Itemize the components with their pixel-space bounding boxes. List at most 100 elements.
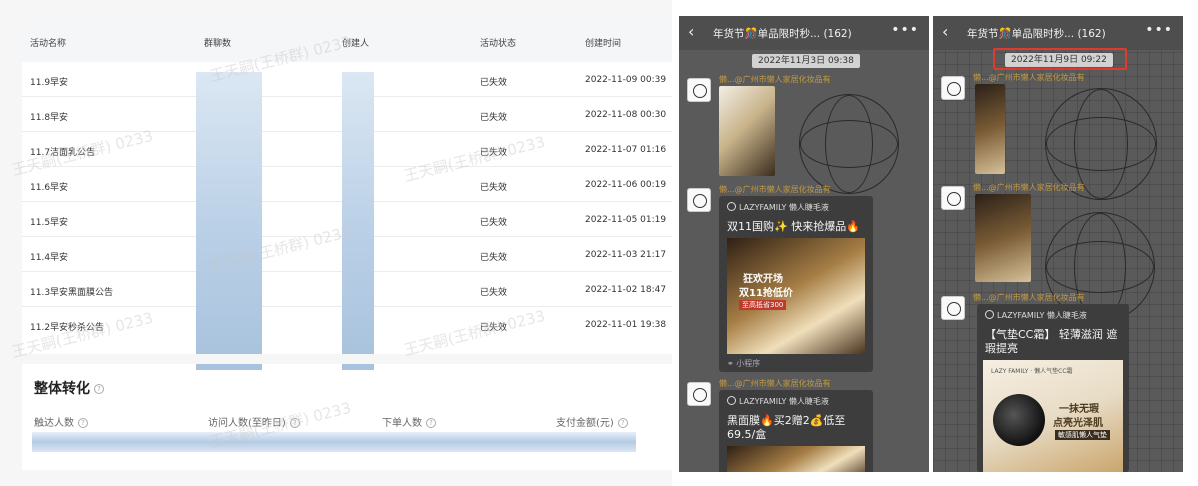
redaction-bar-group-count <box>196 72 262 370</box>
activity-status: 已失效 <box>480 288 508 298</box>
more-dots-icon[interactable]: ••• <box>891 22 919 38</box>
metric-orders: 下单人数? <box>382 414 436 429</box>
section-title: 整体转化? <box>34 378 104 398</box>
redaction-bar-metrics <box>32 432 636 452</box>
promo-brand: LAZY FAMILY · 懒人气垫CC霜 <box>991 368 1073 375</box>
help-icon[interactable]: ? <box>94 384 104 394</box>
chat-title-text: 年货节🎊单品限时秒... <box>967 28 1075 40</box>
help-icon[interactable]: ? <box>426 418 436 428</box>
globe-parallel <box>800 120 898 168</box>
metric-label: 触达人数 <box>34 418 74 429</box>
sender-name: 懒...@广州市懒人家居化妆品有 <box>973 293 1085 302</box>
card-brand: LAZYFAMILY 懒人睫毛液 <box>727 396 829 407</box>
sender-name: 懒...@广州市懒人家居化妆品有 <box>719 379 831 388</box>
overall-conversion-section: 整体转化? 触达人数? 访问人数(至昨日)? 下单人数? 支付金额(元)? <box>22 354 672 470</box>
card-brand-text: LAZYFAMILY 懒人睫毛液 <box>739 397 829 406</box>
promo-tag: 敏感肌懒人气垫 <box>1055 430 1110 440</box>
activity-name: 11.5早安 <box>30 218 69 228</box>
promo-tag: 至高抵省300 <box>739 300 787 310</box>
sender-name: 懒...@广州市懒人家居化妆品有 <box>719 185 831 194</box>
cushion-compact-image <box>993 394 1045 446</box>
card-brand-text: LAZYFAMILY 懒人睫毛液 <box>997 311 1087 320</box>
created-time: 2022-11-03 21:17 <box>585 250 667 260</box>
help-icon[interactable]: ? <box>617 418 628 428</box>
help-icon[interactable]: ? <box>289 418 300 428</box>
activity-name: 11.9早安 <box>30 78 69 88</box>
activity-status: 已失效 <box>480 253 508 263</box>
product-image[interactable] <box>975 194 1031 282</box>
chat-title: 年货节🎊单品限时秒... (162) <box>967 26 1106 41</box>
created-time: 2022-11-08 00:30 <box>585 110 667 120</box>
globe-parallel <box>1046 117 1156 171</box>
card-brand: LAZYFAMILY 懒人睫毛液 <box>985 310 1087 321</box>
activity-name: 11.8早安 <box>30 113 69 123</box>
header-status: 活动状态 <box>480 39 517 49</box>
header-created-time: 创建时间 <box>585 39 622 49</box>
chat-screen-2: ‹ 年货节🎊单品限时秒... (162) ••• 2022年11月9日 09:2… <box>933 16 1183 472</box>
chat-title-text: 年货节🎊单品限时秒... <box>713 28 821 40</box>
brand-logo-icon <box>727 396 736 405</box>
brand-logo-icon <box>727 202 736 211</box>
promo-line: 一抹无瑕 <box>1059 404 1099 415</box>
message-timestamp: 2022年11月3日 09:38 <box>752 54 860 68</box>
mini-program-text: 小程序 <box>736 359 761 368</box>
metric-visitors: 访问人数(至昨日)? <box>208 414 300 429</box>
mini-program-card[interactable]: LAZYFAMILY 懒人睫毛液 【气垫CC霜】 轻薄滋润 遮瑕提亮 LAZY … <box>977 304 1129 472</box>
created-time: 2022-11-09 00:39 <box>585 75 667 85</box>
activity-status: 已失效 <box>480 323 508 333</box>
chat-screen-1: ‹ 年货节🎊单品限时秒... (162) ••• 2022年11月3日 09:3… <box>679 16 929 472</box>
card-text: 【气垫CC霜】 轻薄滋润 遮瑕提亮 <box>985 328 1118 355</box>
avatar[interactable] <box>687 188 711 212</box>
section-title-text: 整体转化 <box>34 381 90 397</box>
metric-label: 访问人数(至昨日) <box>208 418 286 429</box>
created-time: 2022-11-07 01:16 <box>585 145 667 155</box>
avatar[interactable] <box>687 382 711 406</box>
sender-name: 懒...@广州市懒人家居化妆品有 <box>973 73 1085 82</box>
created-time: 2022-11-02 18:47 <box>585 285 667 295</box>
header-activity-name: 活动名称 <box>30 39 67 49</box>
activity-name: 11.3早安黑面膜公告 <box>30 288 114 298</box>
mini-program-card[interactable]: LAZYFAMILY 懒人睫毛液 黑面膜🔥买2赠2💰低至69.5/盒 <box>719 390 873 472</box>
avatar[interactable] <box>941 186 965 210</box>
avatar[interactable] <box>941 76 965 100</box>
mini-program-label: ⚭ 小程序 <box>727 358 760 369</box>
activity-status: 已失效 <box>480 78 508 88</box>
brand-logo-icon <box>985 310 994 319</box>
sender-name: 懒...@广州市懒人家居化妆品有 <box>719 75 831 84</box>
product-image[interactable] <box>719 86 775 176</box>
member-count: (162) <box>823 28 852 40</box>
more-dots-icon[interactable]: ••• <box>1145 22 1173 38</box>
promo-line: 双11抢低价 <box>739 288 793 299</box>
promo-line: 点亮光泽肌 <box>1053 418 1103 429</box>
activity-table-card: 活动名称 群聊数 创建人 活动状态 创建时间 11.9早安 已失效 2022-1… <box>10 24 672 470</box>
header-creator: 创建人 <box>342 39 370 49</box>
card-brand: LAZYFAMILY 懒人睫毛液 <box>727 202 829 213</box>
mini-program-card[interactable]: LAZYFAMILY 懒人睫毛液 双11国购✨ 快来抢爆品🔥 狂欢开场 双11抢… <box>719 196 873 372</box>
chat-topbar: ‹ 年货节🎊单品限时秒... (162) ••• <box>933 16 1183 50</box>
back-chevron-icon[interactable]: ‹ <box>942 22 948 41</box>
table-header: 活动名称 群聊数 创建人 活动状态 创建时间 <box>22 24 672 62</box>
member-count: (162) <box>1077 28 1106 40</box>
back-chevron-icon[interactable]: ‹ <box>688 22 694 41</box>
redaction-bar-creator <box>342 72 374 370</box>
chat-topbar: ‹ 年货节🎊单品限时秒... (162) ••• <box>679 16 929 50</box>
chat-title: 年货节🎊单品限时秒... (162) <box>713 26 852 41</box>
created-time: 2022-11-05 01:19 <box>585 215 667 225</box>
help-icon[interactable]: ? <box>78 418 88 428</box>
activity-name: 11.7洁面乳公告 <box>30 148 96 158</box>
created-time: 2022-11-06 00:19 <box>585 180 667 190</box>
promo-image: LAZY FAMILY · 懒人气垫CC霜 一抹无瑕 点亮光泽肌 敏感肌懒人气垫 <box>983 360 1123 472</box>
activity-name: 11.4早安 <box>30 253 69 263</box>
avatar[interactable] <box>687 78 711 102</box>
activity-status: 已失效 <box>480 113 508 123</box>
sender-name: 懒...@广州市懒人家居化妆品有 <box>973 183 1085 192</box>
promo-image <box>727 446 865 472</box>
product-image[interactable] <box>975 84 1005 174</box>
activity-status: 已失效 <box>480 183 508 193</box>
promo-line: 狂欢开场 <box>743 274 783 285</box>
link-icon: ⚭ <box>727 359 734 368</box>
card-text: 双11国购✨ 快来抢爆品🔥 <box>727 220 860 233</box>
avatar[interactable] <box>941 296 965 320</box>
activity-name: 11.6早安 <box>30 183 69 193</box>
activity-status: 已失效 <box>480 148 508 158</box>
